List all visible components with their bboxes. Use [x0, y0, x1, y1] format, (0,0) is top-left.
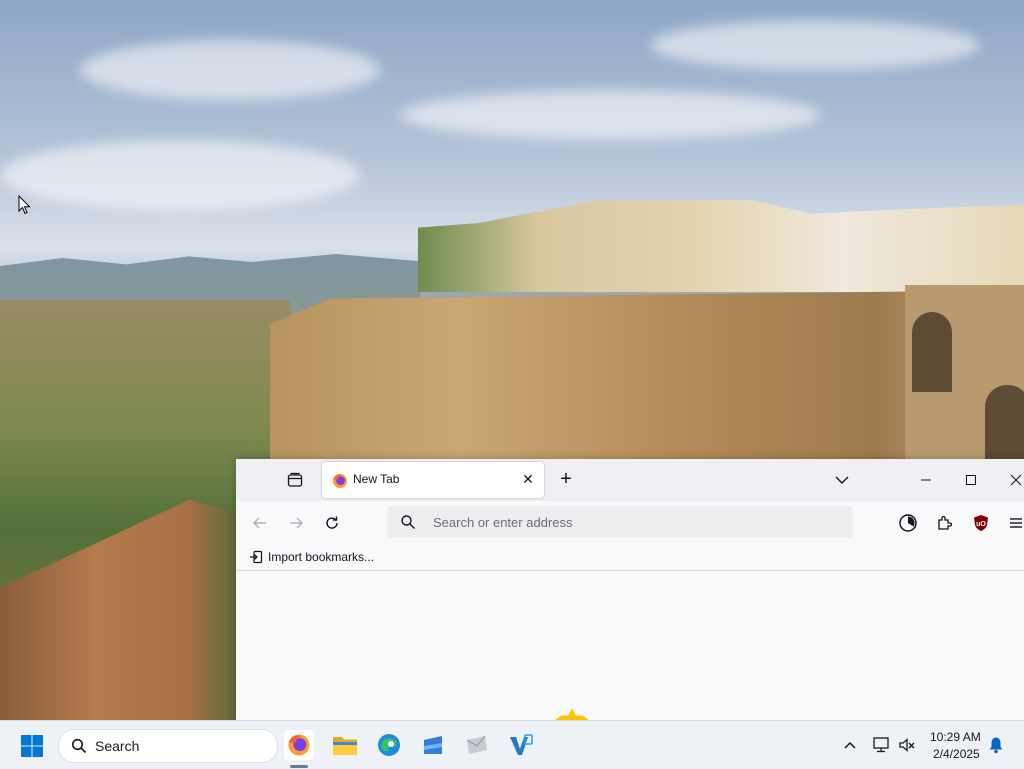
reload-button[interactable] — [322, 513, 342, 533]
address-bar[interactable]: Search or enter address — [387, 506, 853, 538]
extensions-button[interactable] — [935, 513, 955, 533]
store-icon — [424, 736, 442, 754]
wallpaper-bridge-arch — [985, 385, 1024, 465]
chevron-down-icon[interactable] — [833, 472, 851, 488]
title-bar: New Tab ✕ + — [236, 459, 1024, 501]
maximize-button[interactable] — [961, 470, 981, 490]
wallpaper-town — [418, 200, 1024, 292]
arrow-right-icon — [290, 517, 303, 529]
clock-time: 10:29 AM — [930, 730, 981, 744]
taskbar: Search 10:29 AM 2/4/2025 — [0, 720, 1024, 769]
taskbar-app-mail[interactable] — [462, 730, 492, 760]
forward-button[interactable] — [286, 513, 306, 533]
back-button[interactable] — [250, 513, 270, 533]
firefox-view-button[interactable] — [284, 469, 306, 491]
wallpaper-cloud — [400, 90, 820, 140]
account-icon — [899, 514, 917, 532]
notification-bell-icon[interactable] — [988, 736, 1004, 754]
bookmarks-toolbar: Import bookmarks... — [236, 545, 1024, 571]
new-tab-page — [236, 571, 1024, 722]
taskbar-search-label: Search — [95, 738, 140, 754]
taskbar-app-edge[interactable] — [374, 730, 404, 760]
ublock-origin-button[interactable]: uO — [971, 513, 991, 533]
ublock-origin-icon: uO — [974, 515, 988, 531]
wallpaper-cloud — [650, 20, 980, 70]
wallpaper-bridge-arch — [912, 312, 952, 392]
hamburger-menu-icon — [1010, 518, 1022, 528]
address-bar-placeholder: Search or enter address — [433, 515, 573, 530]
menu-button[interactable] — [1006, 513, 1024, 533]
search-icon — [401, 515, 415, 529]
wallpaper-cloud — [0, 140, 360, 210]
import-icon — [250, 550, 263, 564]
mouse-cursor-icon — [18, 195, 31, 215]
search-icon — [71, 738, 87, 754]
tab-title: New Tab — [353, 472, 400, 486]
taskbar-app-microsoft-store[interactable] — [418, 730, 448, 760]
volume-muted-icon[interactable] — [898, 736, 916, 754]
taskbar-search-box[interactable]: Search — [58, 729, 278, 763]
network-icon[interactable] — [872, 736, 890, 754]
import-bookmarks-label: Import bookmarks... — [268, 550, 375, 564]
edge-icon — [378, 734, 400, 756]
firefox-icon — [288, 734, 310, 756]
navigation-toolbar: Search or enter address uO — [236, 501, 1024, 545]
taskbar-app-firefox[interactable] — [284, 730, 314, 760]
clock-date: 2/4/2025 — [933, 747, 980, 761]
windows-start-button[interactable] — [20, 734, 44, 758]
wallpaper-cloud — [80, 40, 380, 100]
tab-close-button[interactable]: ✕ — [521, 472, 535, 486]
account-button[interactable] — [898, 513, 918, 533]
puzzle-icon — [938, 515, 953, 530]
tab-new-tab[interactable]: New Tab ✕ — [322, 462, 544, 498]
firefox-logo-icon — [333, 474, 347, 488]
reload-icon — [326, 516, 338, 529]
arrow-left-icon — [253, 517, 266, 529]
taskbar-app-file-explorer[interactable] — [330, 730, 360, 760]
folder-icon — [333, 737, 357, 755]
minimize-button[interactable] — [916, 470, 936, 490]
firefox-window: New Tab ✕ + Search or enter address uO I… — [236, 459, 1024, 722]
vs-code-icon — [510, 734, 533, 755]
firefox-view-icon — [287, 472, 303, 487]
close-window-button[interactable] — [1006, 470, 1024, 490]
taskbar-app-vs-code[interactable] — [506, 730, 536, 760]
show-hidden-icons-button[interactable] — [842, 737, 858, 753]
new-tab-button[interactable]: + — [556, 468, 576, 492]
svg-text:uO: uO — [976, 521, 986, 528]
mail-icon — [466, 735, 487, 754]
